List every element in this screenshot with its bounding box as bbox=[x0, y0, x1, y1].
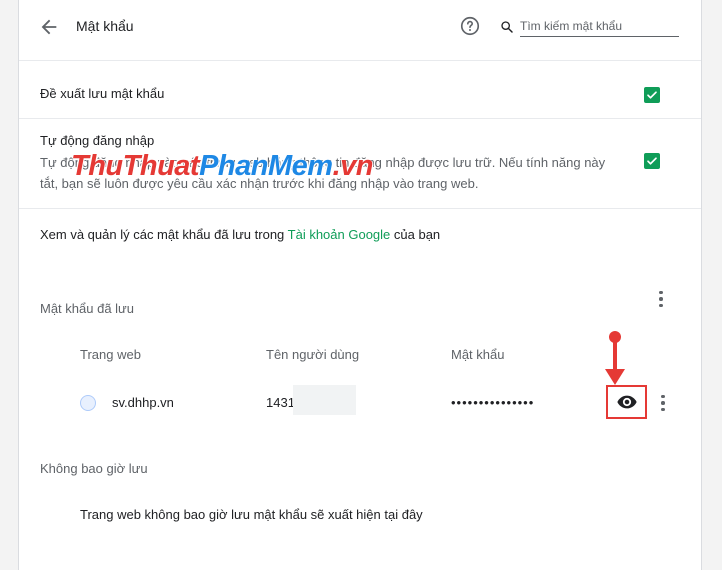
offer-to-save-checkbox[interactable] bbox=[644, 87, 660, 103]
saved-passwords-title: Mật khẩu đã lưu bbox=[40, 301, 134, 316]
table-row: sv.dhhp.vn 1431 ••••••••••••••• bbox=[19, 383, 701, 423]
manage-passwords-text: Xem và quản lý các mật khẩu đã lưu trong… bbox=[40, 227, 441, 242]
never-saved-empty-text: Trang web không bao giờ lưu mật khẩu sẽ … bbox=[80, 507, 423, 522]
google-account-link[interactable]: Tài khoản Google bbox=[288, 227, 391, 242]
search-box bbox=[499, 14, 681, 40]
more-vert-icon[interactable] bbox=[655, 393, 671, 413]
watermark-logo: ThuThuatPhanMem.vn bbox=[71, 150, 373, 182]
redaction-block bbox=[293, 385, 356, 415]
row-divider bbox=[19, 118, 701, 119]
row-site[interactable]: sv.dhhp.vn bbox=[112, 395, 174, 410]
check-icon bbox=[647, 157, 657, 165]
site-favicon-icon bbox=[80, 395, 96, 411]
column-header-username: Tên người dùng bbox=[266, 347, 360, 362]
row-divider bbox=[19, 208, 701, 209]
settings-panel: Mật khẩu Đề xuất lưu mật khẩu Tự động đă… bbox=[18, 0, 702, 570]
row-username: 1431 bbox=[266, 395, 295, 410]
search-icon bbox=[501, 21, 513, 33]
auto-sign-in-checkbox[interactable] bbox=[644, 153, 660, 169]
header-divider bbox=[19, 60, 701, 61]
back-arrow-icon[interactable] bbox=[38, 16, 60, 38]
help-icon[interactable] bbox=[459, 15, 481, 37]
page-title: Mật khẩu bbox=[76, 18, 134, 34]
check-icon bbox=[647, 91, 657, 99]
show-password-button[interactable] bbox=[606, 385, 647, 419]
never-saved-title: Không bao giờ lưu bbox=[40, 461, 148, 476]
more-vert-icon[interactable] bbox=[653, 289, 669, 309]
eye-icon bbox=[616, 395, 637, 409]
column-header-password: Mật khẩu bbox=[451, 347, 505, 362]
search-input[interactable] bbox=[520, 16, 679, 37]
auto-sign-in-label: Tự động đăng nhập bbox=[40, 133, 155, 148]
row-password: ••••••••••••••• bbox=[451, 395, 535, 410]
column-header-site: Trang web bbox=[80, 347, 141, 362]
annotation-arrow bbox=[605, 331, 625, 385]
offer-to-save-label: Đề xuất lưu mật khẩu bbox=[40, 86, 165, 101]
